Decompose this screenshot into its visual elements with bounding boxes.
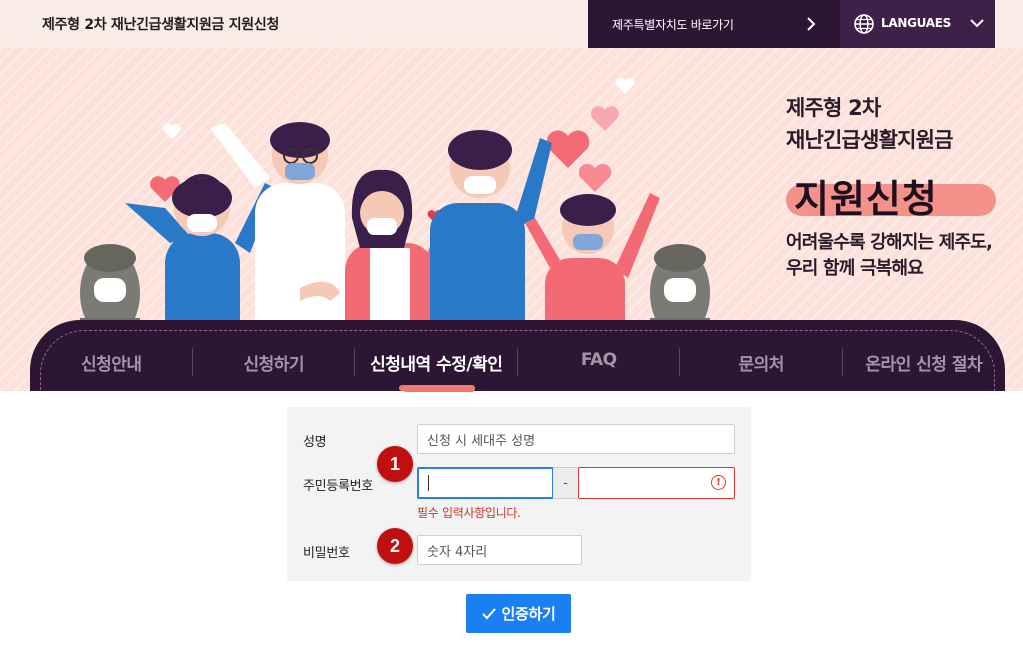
nav-item-label: 신청안내 (80, 355, 142, 375)
nav-item-online-procedure[interactable]: 온라인 신청 절차 (843, 320, 1006, 390)
language-label: LANGUAES (881, 16, 951, 30)
nav-item-modify-confirm[interactable]: 신청내역 수정/확인 (355, 320, 518, 391)
globe-icon (854, 14, 874, 34)
site-title[interactable]: 제주형 2차 재난긴급생활지원금 지원신청 (42, 14, 279, 34)
rrn-separator: - (553, 467, 578, 499)
hero-title-line2: 재난긴급생활지원금 (786, 128, 953, 152)
hero-text: 제주형 2차 재난긴급생활지원금 지원신청 어려울수록 강해지는 제주도, 우리… (786, 92, 1016, 282)
rrn-label: 주민등록번호 (303, 479, 373, 494)
nav-item-label: 신청내역 수정/확인 (370, 355, 503, 375)
nav-item-guide[interactable]: 신청안내 (30, 320, 193, 390)
hero-badge-text: 지원신청 (794, 177, 938, 221)
top-bar: 제주형 2차 재난긴급생활지원금 지원신청 제주특별자치도 바로가기 LANGU… (0, 0, 1023, 48)
hero-subtitle-line2: 우리 함께 극복해요 (786, 258, 924, 279)
jeju-province-link[interactable]: 제주특별자치도 바로가기 (588, 0, 840, 48)
nav-item-contact[interactable]: 문의처 (680, 320, 843, 390)
step-marker-2: 2 (377, 528, 413, 564)
jeju-link-label: 제주특별자치도 바로가기 (612, 17, 734, 32)
active-tab-underline (403, 385, 475, 392)
password-placeholder: 숫자 4자리 (427, 544, 488, 560)
chevron-down-icon (970, 19, 984, 28)
error-icon: ! (711, 475, 726, 490)
nav-item-faq[interactable]: FAQ (518, 320, 680, 390)
rrn-error-message: 필수 입력사항입니다. (417, 506, 521, 520)
step-marker-1: 1 (377, 446, 413, 482)
chevron-right-icon (807, 17, 816, 31)
password-label: 비밀번호 (303, 546, 350, 561)
verify-button-label: 인증하기 (501, 605, 556, 623)
name-input[interactable]: 신청 시 세대주 성명 (417, 424, 735, 454)
password-input[interactable]: 숫자 4자리 (417, 535, 582, 565)
nav-item-label: FAQ (580, 350, 617, 370)
nav-item-label: 신청하기 (243, 355, 305, 375)
hero-title-line1: 제주형 2차 (786, 96, 881, 120)
nav-item-label: 온라인 신청 절차 (865, 355, 983, 375)
language-button[interactable]: LANGUAES (840, 0, 995, 48)
hero-badge: 지원신청 (786, 168, 996, 221)
checkmark-icon (482, 607, 497, 619)
hero-subtitle-line1: 어려울수록 강해지는 제주도, (786, 232, 993, 253)
rrn-front-input[interactable] (417, 467, 554, 499)
name-label: 성명 (303, 435, 327, 450)
text-cursor (428, 475, 429, 491)
verify-button[interactable]: 인증하기 (466, 594, 571, 633)
nav-item-apply[interactable]: 신청하기 (193, 320, 355, 390)
name-placeholder: 신청 시 세대주 성명 (427, 433, 536, 449)
nav-item-label: 문의처 (738, 355, 785, 375)
